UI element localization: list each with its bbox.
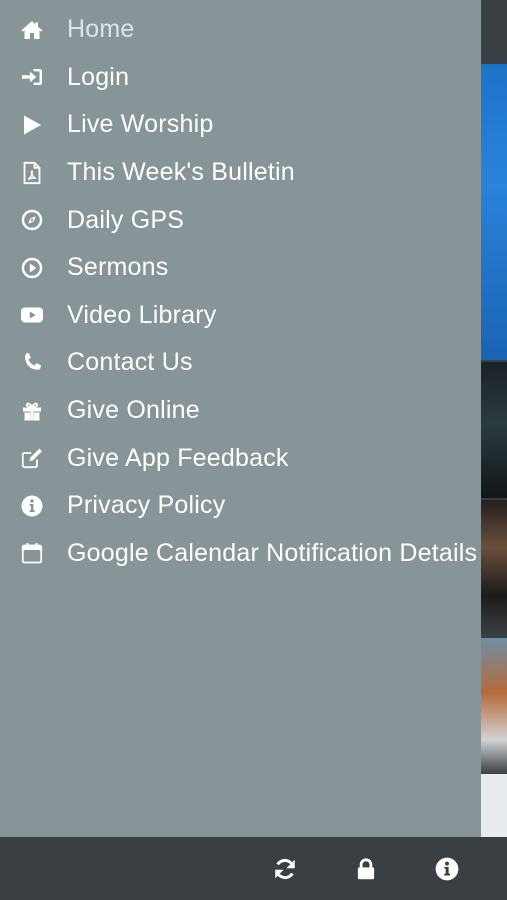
menu-label: Sermons [67,253,169,282]
background-tile[interactable] [481,500,507,636]
background-header [481,0,507,64]
menu-label: Login [67,62,130,91]
menu-item-login[interactable]: Login [0,54,481,102]
menu-label: Privacy Policy [67,491,226,520]
menu-item-home[interactable]: Home [0,6,481,54]
background-tile[interactable] [481,362,507,498]
background-app-content [481,0,507,837]
menu-item-daily-gps[interactable]: Daily GPS [0,196,481,244]
menu-label: Google Calendar Notification Details [67,538,478,567]
phone-icon [20,351,44,375]
lock-button[interactable] [352,855,380,883]
menu-label: Contact Us [67,348,193,377]
menu-label: This Week's Bulletin [67,158,295,187]
pdf-file-icon [20,161,44,185]
menu-item-bulletin[interactable]: This Week's Bulletin [0,149,481,197]
menu-item-give-online[interactable]: Give Online [0,387,481,435]
edit-icon [20,446,44,470]
gift-icon [20,399,44,423]
info-circle-icon [20,494,44,518]
play-icon [20,113,44,137]
background-banner[interactable] [481,64,507,360]
menu-item-contact-us[interactable]: Contact Us [0,339,481,387]
play-circle-icon [20,256,44,280]
background-footer-strip [481,774,507,837]
refresh-button[interactable] [271,855,299,883]
sign-in-icon [20,65,44,89]
menu-label: Home [67,15,135,44]
menu-item-sermons[interactable]: Sermons [0,244,481,292]
menu-label: Video Library [67,300,217,329]
background-tile[interactable] [481,638,507,774]
info-icon [434,856,460,882]
info-button[interactable] [433,855,461,883]
menu-item-app-feedback[interactable]: Give App Feedback [0,434,481,482]
compass-icon [20,208,44,232]
bottom-toolbar [0,837,507,900]
menu-item-live-worship[interactable]: Live Worship [0,101,481,149]
calendar-icon [20,541,44,565]
youtube-icon [20,303,44,327]
menu-item-video-library[interactable]: Video Library [0,292,481,340]
menu-label: Give Online [67,396,200,425]
home-icon [20,18,44,42]
menu-label: Give App Feedback [67,443,289,472]
menu-label: Live Worship [67,110,214,139]
menu-label: Daily GPS [67,205,185,234]
refresh-icon [272,856,298,882]
menu-item-calendar-details[interactable]: Google Calendar Notification Details [0,530,481,578]
navigation-drawer: Home Login Live Worship This Week's Bull… [0,0,481,837]
drawer-menu: Home Login Live Worship This Week's Bull… [0,6,481,577]
lock-icon [353,856,379,882]
menu-item-privacy-policy[interactable]: Privacy Policy [0,482,481,530]
